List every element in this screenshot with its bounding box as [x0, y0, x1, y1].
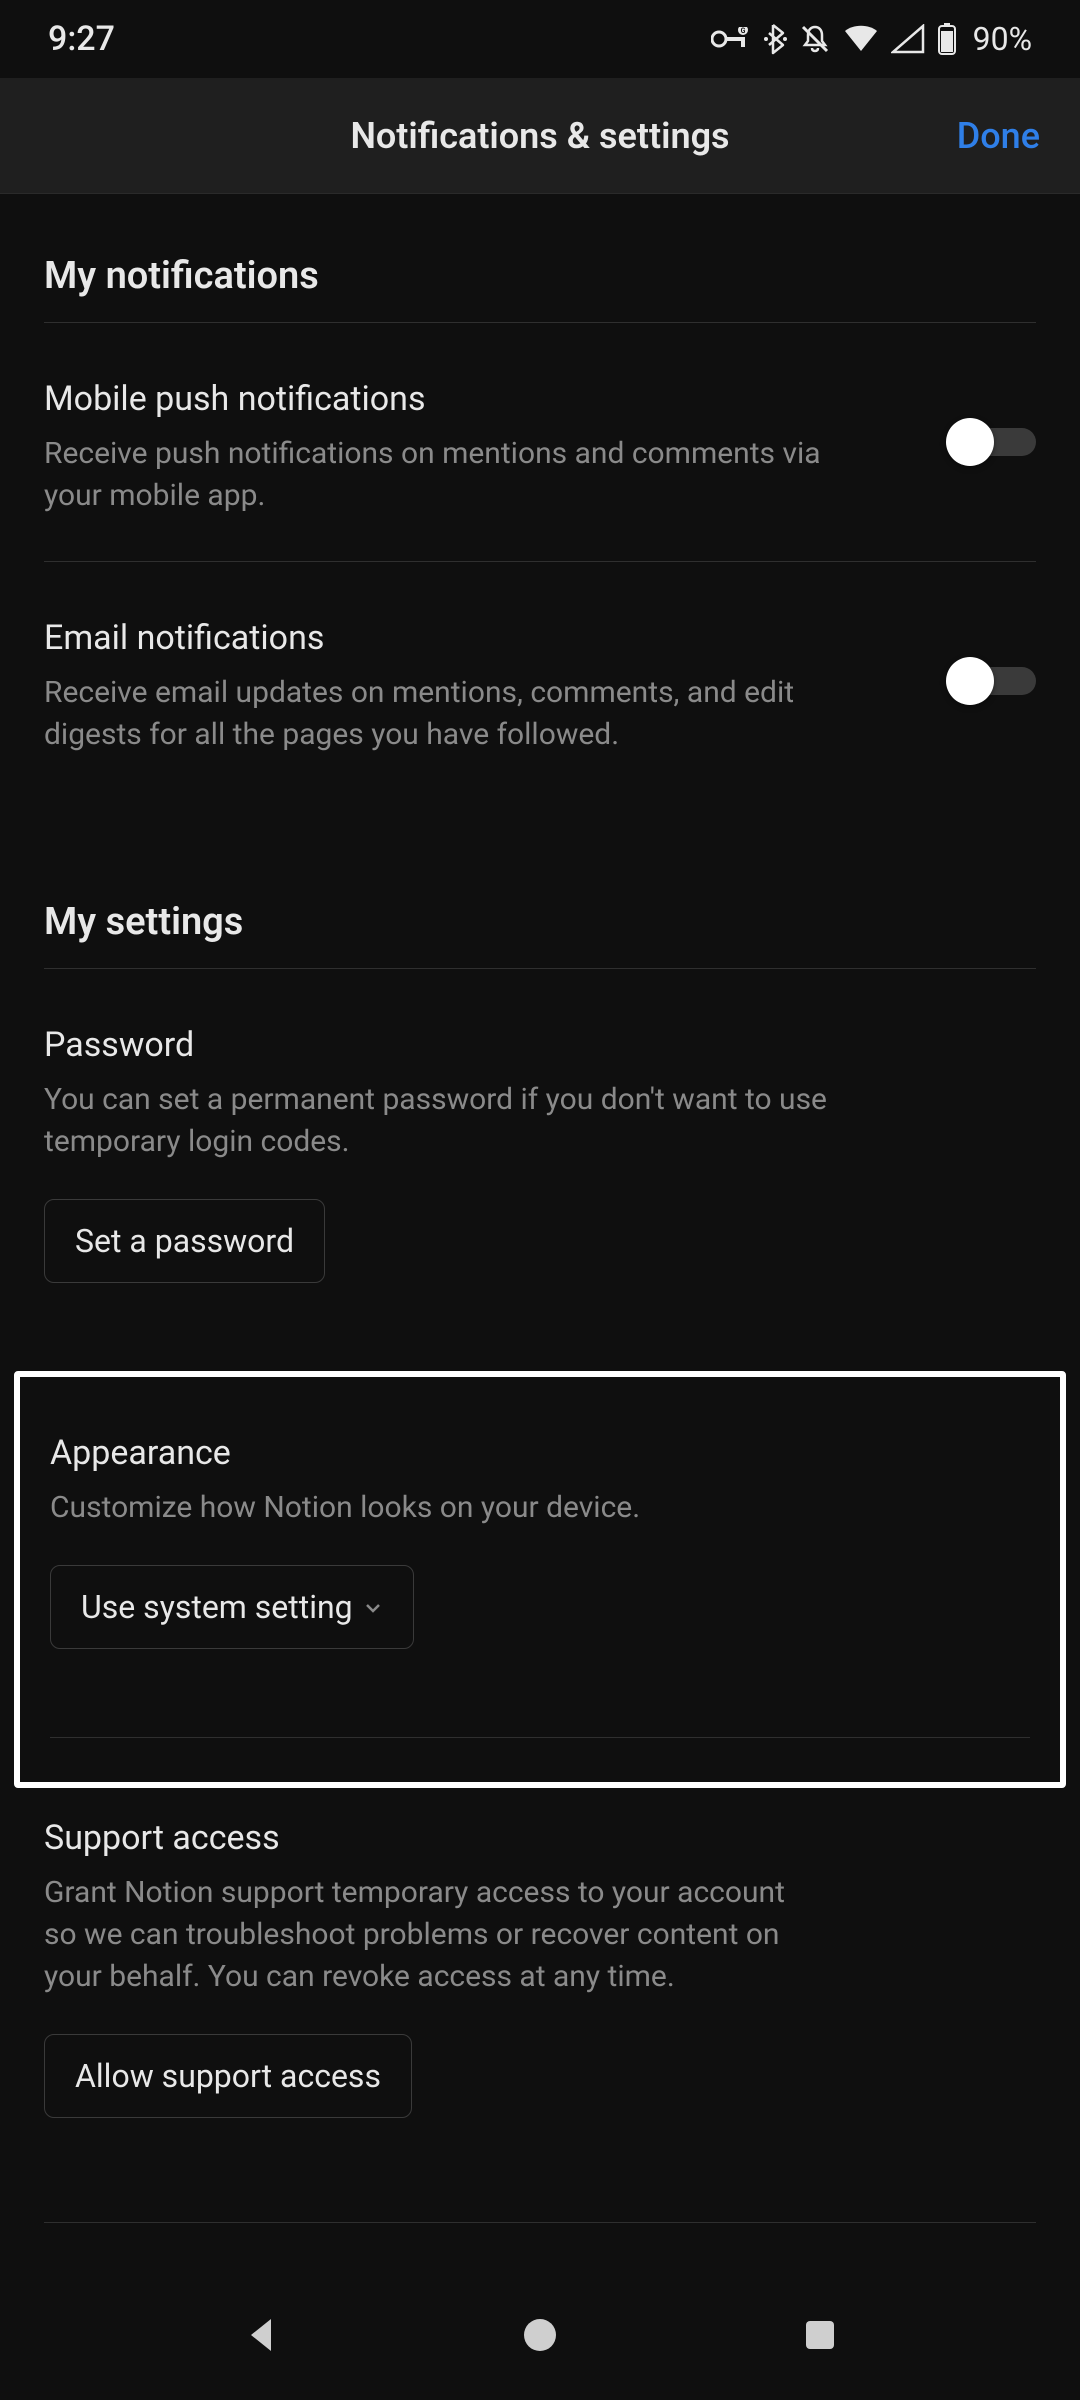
status-time: 9:27: [48, 19, 115, 59]
set-password-button[interactable]: Set a password: [44, 1199, 325, 1283]
item-description: Receive email updates on mentions, comme…: [44, 672, 864, 756]
highlighted-section: Appearance Customize how Notion looks on…: [14, 1371, 1066, 1788]
item-title: Appearance: [50, 1433, 1030, 1473]
recent-apps-button[interactable]: [796, 2311, 844, 2359]
setting-item-email: Email notifications Receive email update…: [44, 562, 1036, 800]
chevron-down-icon: [363, 1588, 383, 1626]
item-description: Grant Notion support temporary access to…: [44, 1872, 824, 1998]
bluetooth-icon: [763, 23, 787, 55]
back-button[interactable]: [236, 2311, 284, 2359]
mobile-push-toggle[interactable]: [946, 418, 1036, 466]
item-title: Support access: [44, 1818, 1036, 1858]
divider: [44, 2222, 1036, 2223]
header: Notifications & settings Done: [0, 78, 1080, 194]
item-title: Password: [44, 1025, 1036, 1065]
vpn-key-icon: G: [711, 27, 751, 51]
toggle-knob: [946, 657, 994, 705]
svg-text:G: G: [740, 27, 745, 35]
page-title: Notifications & settings: [350, 115, 729, 157]
item-description: Customize how Notion looks on your devic…: [50, 1487, 870, 1529]
setting-item-support: Support access Grant Notion support temp…: [44, 1788, 1036, 2162]
setting-item-appearance: Appearance Customize how Notion looks on…: [50, 1377, 1030, 1693]
status-bar: 9:27 G 90%: [0, 0, 1080, 78]
item-title: Email notifications: [44, 618, 1036, 658]
item-description: Receive push notifications on mentions a…: [44, 433, 864, 517]
setting-item-mobile-push: Mobile push notifications Receive push n…: [44, 323, 1036, 562]
dnd-icon: [799, 23, 831, 55]
done-button[interactable]: Done: [957, 115, 1040, 157]
home-button[interactable]: [516, 2311, 564, 2359]
button-label: Set a password: [75, 1222, 294, 1260]
button-label: Use system setting: [81, 1588, 353, 1626]
button-label: Allow support access: [75, 2057, 381, 2095]
wifi-icon: [843, 25, 879, 53]
item-description: You can set a permanent password if you …: [44, 1079, 864, 1163]
section-title-notifications: My notifications: [44, 194, 1036, 322]
section-title-settings: My settings: [44, 800, 1036, 968]
allow-support-button[interactable]: Allow support access: [44, 2034, 412, 2118]
setting-item-password: Password You can set a permanent passwor…: [44, 969, 1036, 1327]
appearance-select[interactable]: Use system setting: [50, 1565, 414, 1649]
email-toggle[interactable]: [946, 657, 1036, 705]
battery-icon: [937, 23, 957, 55]
item-title: Mobile push notifications: [44, 379, 1036, 419]
android-nav-bar: [0, 2270, 1080, 2400]
toggle-knob: [946, 418, 994, 466]
divider: [50, 1737, 1030, 1738]
battery-percent: 90%: [973, 20, 1032, 58]
status-icons: G 90%: [711, 20, 1032, 58]
cell-signal-icon: [891, 24, 925, 54]
